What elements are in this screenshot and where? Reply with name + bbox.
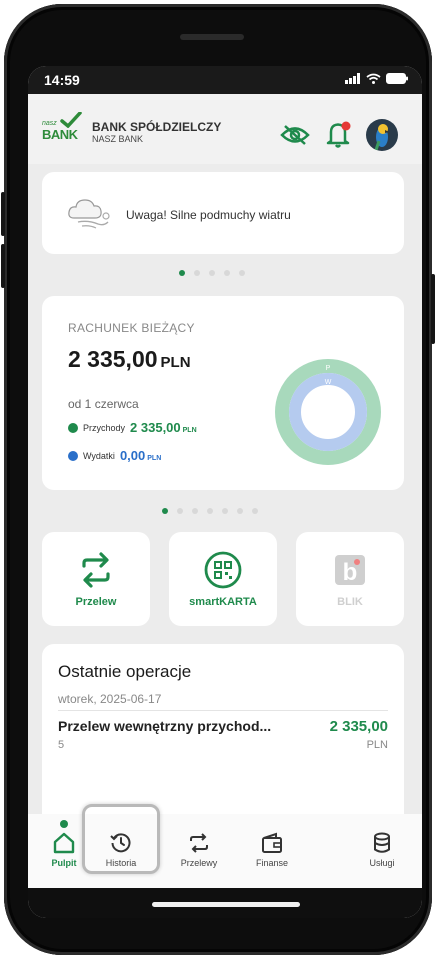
transfer-arrows-icon bbox=[82, 552, 110, 588]
expense-label: Wydatki bbox=[83, 450, 115, 461]
account-balance: 2 335,00 PLN bbox=[68, 346, 191, 373]
transfer-arrows-icon bbox=[190, 833, 208, 853]
database-icon bbox=[374, 832, 390, 853]
bell-icon[interactable] bbox=[326, 120, 352, 148]
transfer-tile[interactable]: Przelew bbox=[42, 532, 150, 626]
nav-item-przelewy[interactable]: Przelewy bbox=[164, 832, 234, 868]
account-card[interactable]: RACHUNEK BIEŻĄCY 2 335,00 PLN od 1 czerwc… bbox=[42, 296, 404, 490]
income-currency: PLN bbox=[182, 427, 197, 434]
carousel-dot[interactable] bbox=[162, 508, 168, 514]
balance-value: 2 335,00 bbox=[68, 346, 158, 372]
status-time: 14:59 bbox=[44, 72, 80, 88]
account-label: RACHUNEK BIEŻĄCY bbox=[68, 321, 195, 335]
blik-tile[interactable]: b BLIK bbox=[296, 532, 404, 626]
carousel-dot[interactable] bbox=[252, 508, 258, 514]
eye-slash-icon[interactable] bbox=[280, 124, 310, 146]
nav-label-finanse: Finanse bbox=[255, 858, 289, 868]
expense-value: 0,00 bbox=[119, 448, 146, 463]
operation-currency: PLN bbox=[366, 739, 388, 751]
home-indicator[interactable] bbox=[152, 902, 300, 907]
status-bar: 14:59 bbox=[28, 66, 422, 94]
income-amount: 2 335,00 PLN bbox=[130, 420, 197, 435]
logo-nasz-text: nasz bbox=[42, 120, 57, 127]
operations-date: wtorek, 2025-06-17 bbox=[58, 692, 162, 706]
donut-p-label: P bbox=[326, 365, 331, 372]
account-carousel-dots bbox=[162, 508, 258, 514]
carousel-dot[interactable] bbox=[177, 508, 183, 514]
home-icon bbox=[53, 832, 75, 854]
expense-row: Wydatki 0,00 PLN bbox=[68, 448, 161, 463]
bank-name: BANK SPÓŁDZIELCZY bbox=[92, 120, 222, 134]
operation-description-extra: 5 bbox=[58, 739, 65, 751]
income-bullet bbox=[68, 422, 78, 433]
carousel-dot[interactable] bbox=[192, 508, 198, 514]
phone-frame: 14:59 nasz BANK BANK SPÓŁDZIELCZY NASZ B… bbox=[1, 4, 435, 955]
income-value: 2 335,00 bbox=[130, 420, 181, 435]
carousel-dot[interactable] bbox=[209, 270, 215, 276]
carousel-dot[interactable] bbox=[222, 508, 228, 514]
wind-cloud-icon bbox=[68, 199, 110, 229]
expense-bullet bbox=[68, 450, 78, 461]
tap-highlight-frame bbox=[82, 804, 160, 874]
smartkarta-tile[interactable]: smartKARTA bbox=[169, 532, 277, 626]
screen: 14:59 nasz BANK BANK SPÓŁDZIELCZY NASZ B… bbox=[28, 66, 422, 918]
income-label: Przychody bbox=[83, 422, 126, 433]
nav-label-przelewy: Przelewy bbox=[180, 858, 218, 868]
blik-icon: b bbox=[335, 555, 365, 586]
bank-subtitle: NASZ BANK bbox=[92, 134, 144, 144]
expense-amount: 0,00 PLN bbox=[120, 448, 161, 463]
nav-item-uslugi[interactable]: Usługi bbox=[347, 832, 417, 868]
operation-description: Przelew wewnętrzny przychod... bbox=[58, 718, 272, 734]
qr-code-icon bbox=[204, 551, 242, 589]
balance-currency: PLN bbox=[160, 354, 191, 371]
donut-expense-ring bbox=[289, 373, 367, 451]
logo-checkmark-icon bbox=[60, 112, 82, 128]
wifi-icon bbox=[366, 73, 381, 84]
carousel-dot[interactable] bbox=[237, 508, 243, 514]
carousel-dot[interactable] bbox=[224, 270, 230, 276]
blik-tile-label: BLIK bbox=[337, 596, 363, 608]
transfer-tile-label: Przelew bbox=[75, 596, 117, 608]
wallet-icon bbox=[262, 832, 282, 853]
nav-item-finanse[interactable]: Finanse bbox=[237, 832, 307, 868]
logo-bank-text: BANK bbox=[42, 127, 78, 142]
speaker-notch bbox=[180, 34, 244, 40]
carousel-dot[interactable] bbox=[194, 270, 200, 276]
account-period: od 1 czerwca bbox=[68, 397, 139, 411]
battery-icon bbox=[386, 73, 408, 84]
operation-amount: 2 335,00 bbox=[329, 718, 388, 735]
status-icons bbox=[345, 73, 408, 84]
nav-active-indicator bbox=[60, 820, 68, 828]
signal-icon bbox=[345, 73, 360, 84]
parrot-avatar-icon bbox=[374, 124, 389, 151]
avatar[interactable] bbox=[366, 119, 398, 151]
donut-w-label: W bbox=[325, 379, 332, 386]
alert-text: Uwaga! Silne podmuchy wiatru bbox=[126, 208, 291, 222]
alert-carousel-dots bbox=[179, 270, 245, 276]
income-expense-donut: P W bbox=[275, 359, 381, 465]
bank-logo: nasz BANK bbox=[42, 112, 86, 144]
weather-alert-card[interactable]: Uwaga! Silne podmuchy wiatru bbox=[42, 172, 404, 254]
divider bbox=[58, 710, 388, 711]
carousel-dot[interactable] bbox=[207, 508, 213, 514]
income-row: Przychody 2 335,00 PLN bbox=[68, 420, 197, 435]
expense-currency: PLN bbox=[147, 455, 162, 462]
volume-down-button bbox=[1, 244, 5, 288]
power-button bbox=[431, 274, 435, 344]
app-header: nasz BANK BANK SPÓŁDZIELCZY NASZ BANK bbox=[28, 94, 422, 164]
nav-label-uslugi: Usługi bbox=[369, 858, 395, 868]
carousel-dot[interactable] bbox=[239, 270, 245, 276]
carousel-dot[interactable] bbox=[179, 270, 185, 276]
volume-up-button bbox=[1, 192, 5, 236]
smartkarta-tile-label: smartKARTA bbox=[189, 596, 257, 608]
operations-title: Ostatnie operacje bbox=[58, 662, 192, 681]
